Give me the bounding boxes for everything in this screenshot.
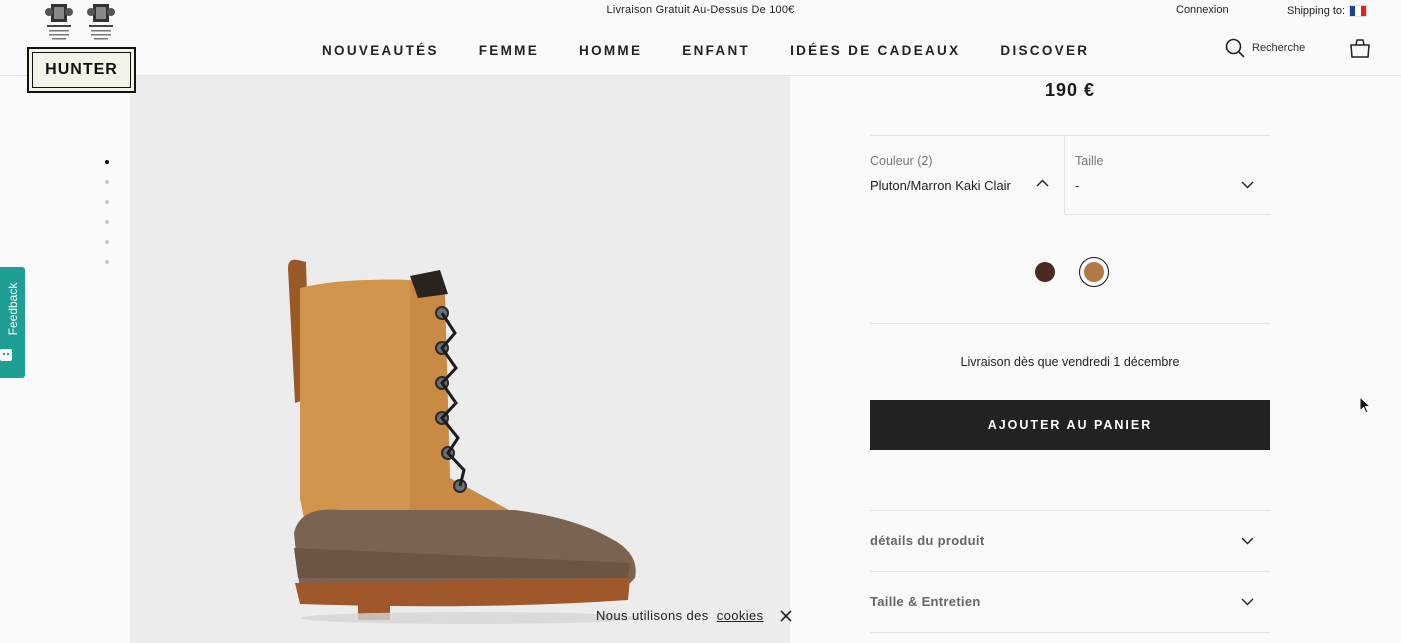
nav-item-discover[interactable]: DISCOVER bbox=[1000, 43, 1089, 58]
size-value: - bbox=[1075, 178, 1080, 193]
divider bbox=[870, 135, 1270, 136]
size-selector[interactable]: Taille - bbox=[1075, 154, 1255, 193]
product-price: 190 € bbox=[1044, 80, 1096, 100]
shipping-label: Shipping to: bbox=[1287, 5, 1346, 17]
gallery-pagination bbox=[105, 160, 110, 280]
accordion-label: Taille & Entretien bbox=[870, 594, 981, 609]
gallery-dot[interactable] bbox=[105, 260, 109, 264]
divider bbox=[870, 632, 1270, 633]
cookie-notice: Nous utilisons des cookies bbox=[596, 608, 792, 623]
swatch-fill bbox=[1084, 262, 1104, 282]
nav-item-nouveautes[interactable]: NOUVEAUTÉS bbox=[322, 43, 439, 58]
color-swatches bbox=[1035, 257, 1109, 287]
shopping-bag-icon[interactable] bbox=[1350, 38, 1370, 58]
royal-warrants bbox=[44, 2, 116, 42]
royal-crest-icon bbox=[87, 4, 115, 40]
gallery-dot[interactable] bbox=[105, 180, 109, 184]
boot-image bbox=[288, 259, 640, 624]
chevron-down-icon bbox=[1241, 598, 1254, 605]
gallery-dot[interactable] bbox=[105, 200, 109, 204]
product-image[interactable] bbox=[130, 76, 790, 643]
color-selector[interactable]: Couleur (2) Pluton/Marron Kaki Clair bbox=[870, 154, 1056, 193]
chevron-up-icon bbox=[1036, 179, 1049, 187]
accordion-size-care[interactable]: Taille & Entretien bbox=[870, 571, 1270, 632]
add-to-cart-button[interactable]: AJOUTER AU PANIER bbox=[870, 400, 1270, 450]
feedback-tab[interactable]: Feedback bbox=[0, 267, 25, 378]
nav-item-femme[interactable]: FEMME bbox=[479, 43, 539, 58]
login-link[interactable]: Connexion bbox=[1176, 4, 1229, 16]
nav-item-idees-cadeaux[interactable]: IDÉES DE CADEAUX bbox=[790, 43, 960, 58]
cookie-text: Nous utilisons des bbox=[596, 608, 709, 623]
divider bbox=[1065, 214, 1270, 215]
site-header: Livraison Gratuit Au-Dessus De 100€ Conn… bbox=[0, 0, 1401, 76]
size-label: Taille bbox=[1075, 154, 1104, 168]
nav-item-enfant[interactable]: ENFANT bbox=[682, 43, 750, 58]
gallery-dot[interactable] bbox=[105, 240, 109, 244]
chevron-down-icon bbox=[1241, 537, 1254, 544]
cookies-link[interactable]: cookies bbox=[717, 608, 764, 623]
close-icon[interactable] bbox=[780, 609, 792, 622]
search-label: Recherche bbox=[1252, 42, 1306, 54]
royal-crest-icon bbox=[45, 4, 73, 40]
feedback-label: Feedback bbox=[5, 282, 20, 336]
gallery-dot[interactable] bbox=[105, 160, 109, 164]
color-swatch-pluton[interactable] bbox=[1035, 262, 1055, 282]
logo-text: HUNTER bbox=[32, 52, 131, 88]
accordion-product-details[interactable]: détails du produit bbox=[870, 510, 1270, 571]
france-flag-icon bbox=[1349, 5, 1368, 17]
search-icon bbox=[1225, 38, 1245, 58]
search-button[interactable]: Recherche bbox=[1225, 38, 1305, 58]
mouse-pointer-icon bbox=[1359, 396, 1371, 414]
nav-item-homme[interactable]: HOMME bbox=[579, 43, 642, 58]
main-nav: NOUVEAUTÉS FEMME HOMME ENFANT IDÉES DE C… bbox=[322, 43, 1129, 58]
shipping-selector[interactable]: Shipping to: bbox=[1287, 5, 1368, 17]
divider bbox=[870, 323, 1270, 324]
chevron-down-icon bbox=[1241, 181, 1254, 189]
color-label: Couleur (2) bbox=[870, 154, 933, 168]
accordion-label: détails du produit bbox=[870, 533, 985, 548]
hunter-logo[interactable]: HUNTER bbox=[27, 47, 136, 93]
delivery-estimate: Livraison dès que vendredi 1 décembre bbox=[960, 355, 1180, 369]
color-swatch-marron-kaki-selected[interactable] bbox=[1079, 257, 1109, 287]
gallery-dot[interactable] bbox=[105, 220, 109, 224]
divider bbox=[1064, 136, 1065, 214]
smiley-icon bbox=[0, 349, 12, 361]
color-value: Pluton/Marron Kaki Clair bbox=[870, 178, 1011, 193]
